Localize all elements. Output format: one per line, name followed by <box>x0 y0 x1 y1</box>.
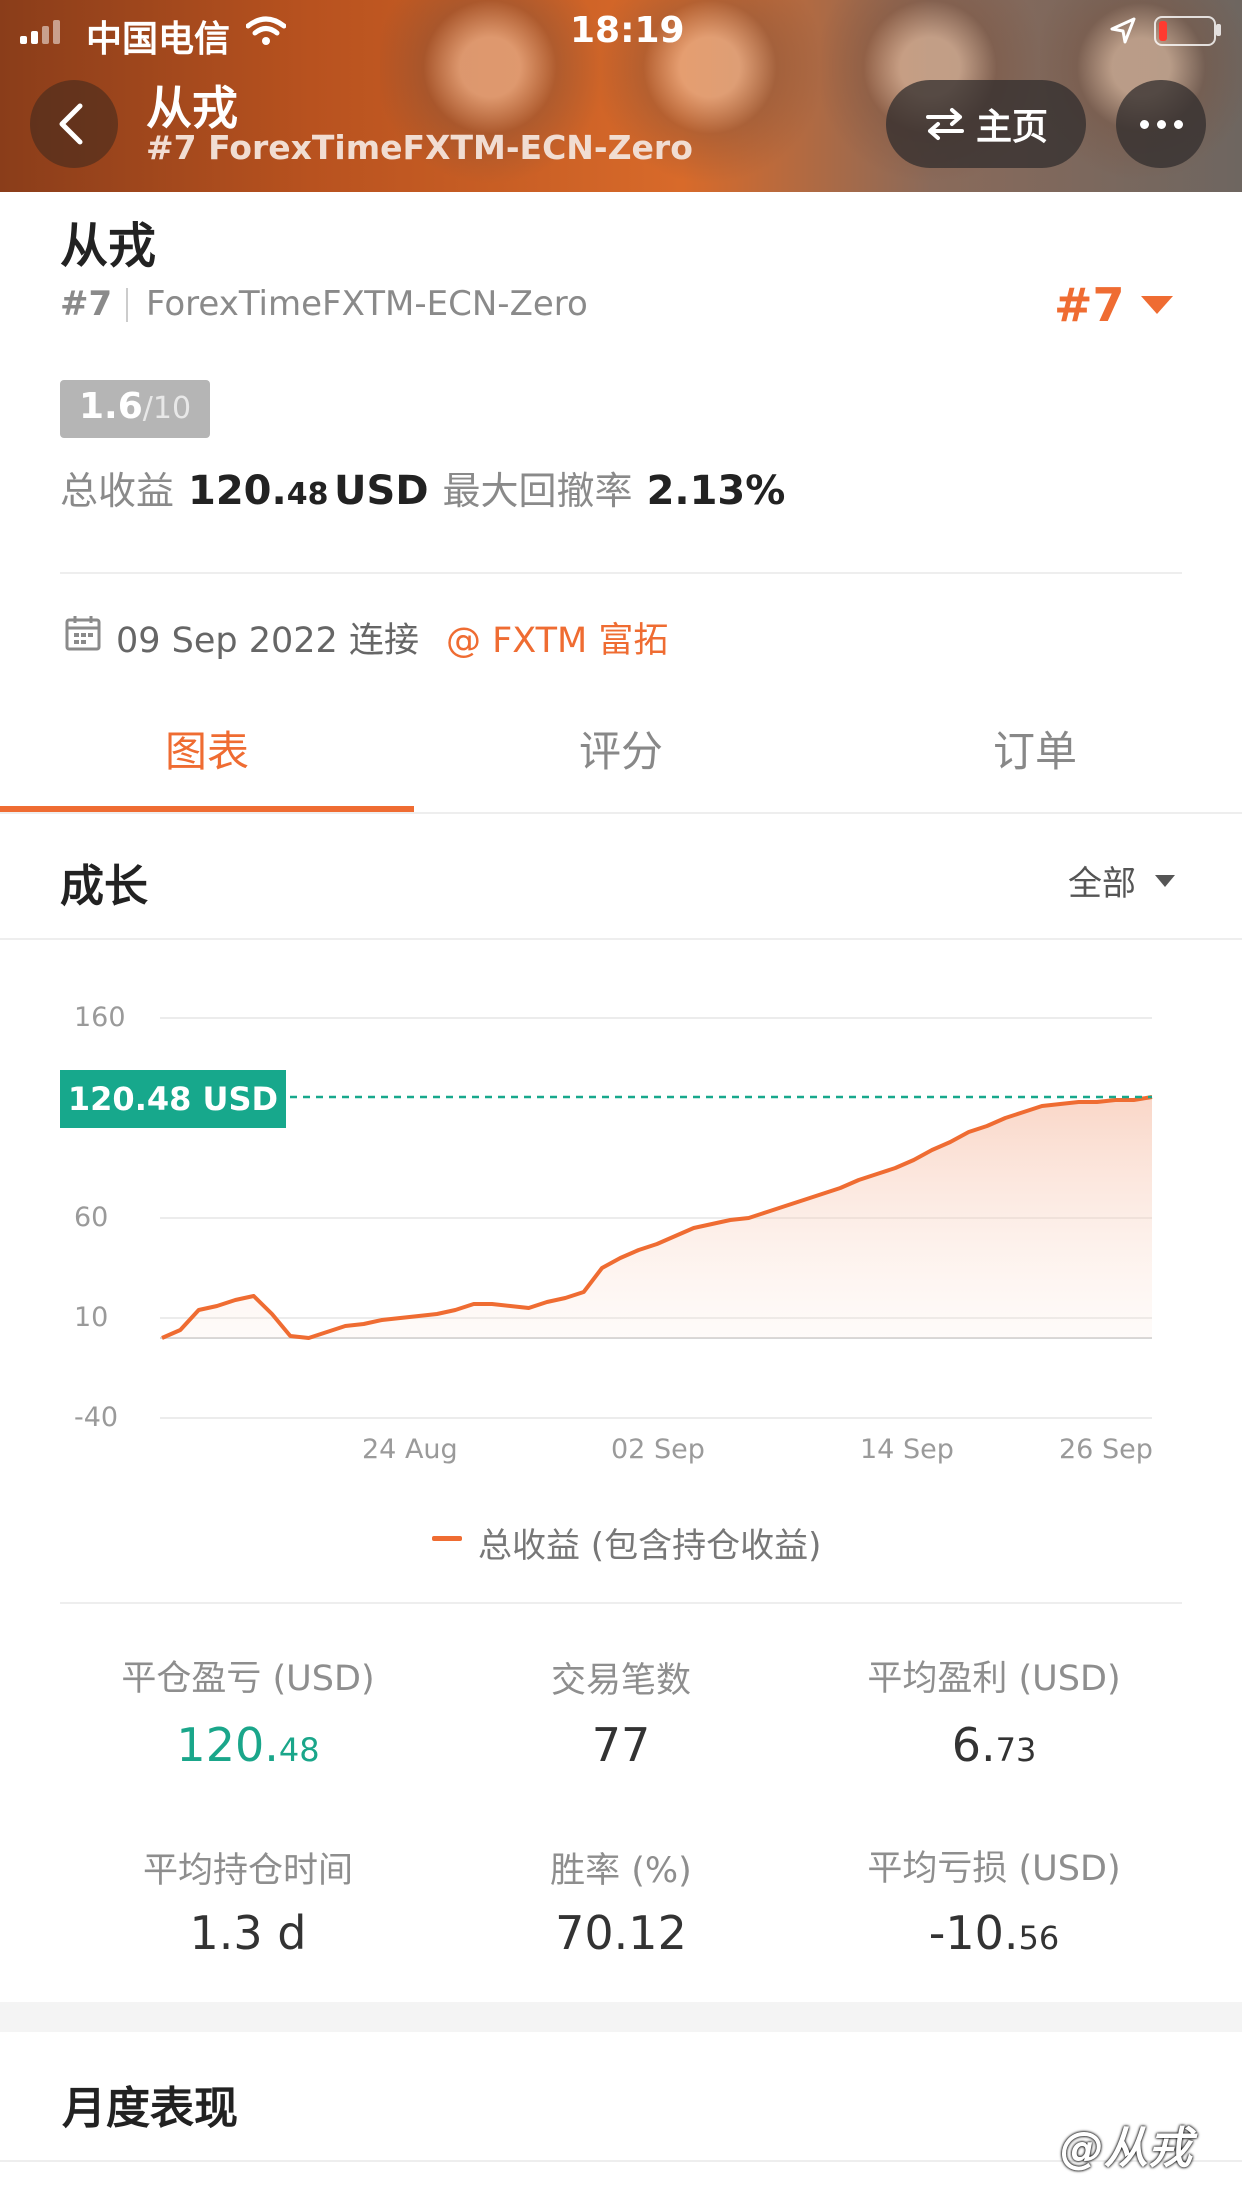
broker-link[interactable]: @ FXTM 富拓 <box>446 612 668 663</box>
signal-icon <box>20 20 60 44</box>
tabs-divider <box>0 812 1242 814</box>
score-max: /10 <box>142 391 192 426</box>
header-subtitle: #7 ForexTimeFXTM-ECN-Zero <box>146 128 693 167</box>
stat-label-closed-pl: 平仓盈亏 (USD) <box>121 1659 375 1699</box>
growth-divider <box>0 938 1242 940</box>
tab-score[interactable]: 评分 <box>414 718 828 779</box>
x-tick-label: 26 Sep <box>1059 1434 1153 1465</box>
more-dot-icon <box>1173 119 1183 129</box>
x-tick-label: 02 Sep <box>611 1434 705 1465</box>
x-tick-label: 14 Sep <box>860 1434 954 1465</box>
stat-label-avg-hold: 平均持仓时间 <box>142 1851 353 1891</box>
period-filter[interactable]: 全部 <box>1068 856 1176 905</box>
divider <box>0 2160 1242 2162</box>
monthly-title: 月度表现 <box>62 2083 238 2134</box>
home-button[interactable]: 主页 <box>886 80 1086 168</box>
rank-label: #7 <box>60 284 113 324</box>
chevron-left-icon <box>59 103 83 145</box>
more-dot-icon <box>1156 119 1166 129</box>
connect-date: 09 Sep 2022 连接 <box>116 621 419 661</box>
back-button[interactable] <box>30 80 118 168</box>
growth-title: 成长 <box>60 861 148 912</box>
stat-label-avg-profit: 平均盈利 (USD) <box>867 1659 1121 1699</box>
battery-icon <box>1154 16 1216 46</box>
account-name: ForexTimeFXTM-ECN-Zero <box>146 284 588 324</box>
score-value: 1.6 <box>78 386 143 427</box>
stat-value-dec: 56 <box>1018 1919 1060 1957</box>
legend-swatch <box>432 1536 462 1541</box>
caret-down-icon <box>1140 296 1173 314</box>
rank-selector[interactable]: #7 <box>1054 278 1175 332</box>
swap-icon <box>925 108 964 140</box>
legend-label: 总收益 (包含持仓收益) <box>478 1526 822 1566</box>
rank-selector-label: #7 <box>1054 278 1125 332</box>
stat-value-int: 120. <box>176 1718 279 1772</box>
summary-line: 总收益 120.48 USD 最大回撤率 2.13% <box>60 460 785 515</box>
period-filter-label: 全部 <box>1068 864 1136 904</box>
stat-value-dec: 73 <box>995 1731 1037 1769</box>
carrier-label: 中国电信 <box>86 19 231 60</box>
total-profit-int: 120. <box>188 468 287 514</box>
trader-name: 从戎 <box>60 218 157 274</box>
stat-label-win-rate: 胜率 (%) <box>550 1851 692 1891</box>
stat-value-closed-pl: 120.48 <box>58 1718 438 1772</box>
stat-value-trades: 77 <box>591 1718 651 1772</box>
rank-divider <box>126 288 128 322</box>
more-button[interactable] <box>1116 80 1206 168</box>
caret-down-icon <box>1155 874 1175 887</box>
wifi-icon <box>246 16 286 45</box>
clock: 18:19 <box>570 10 685 51</box>
total-profit-dec: 48 <box>286 477 329 512</box>
total-profit-label: 总收益 <box>60 469 175 513</box>
stat-value-int: 6. <box>951 1718 996 1772</box>
stat-value-avg-loss: -10.56 <box>804 1906 1184 1960</box>
stat-value-int: -10. <box>928 1906 1019 1960</box>
stat-value-avg-hold: 1.3 d <box>189 1906 307 1960</box>
watermark: @从戎 <box>1060 2123 1192 2174</box>
x-tick-label: 24 Aug <box>362 1434 458 1465</box>
location-icon <box>1110 17 1136 44</box>
home-button-label: 主页 <box>975 107 1048 148</box>
max-drawdown-label: 最大回撤率 <box>442 469 633 513</box>
total-profit-unit: USD <box>334 468 429 514</box>
stat-value-dec: 48 <box>278 1731 320 1769</box>
divider <box>60 1602 1182 1604</box>
current-value-tag: 120.48 USD <box>60 1070 286 1128</box>
score-badge: 1.6 /10 <box>60 380 210 438</box>
battery-cap <box>1216 24 1221 36</box>
profile-header: 中国电信 18:19 从戎 #7 ForexTimeFXTM-ECN-Zero … <box>0 0 1242 192</box>
stat-label-avg-loss: 平均亏损 (USD) <box>867 1849 1121 1889</box>
tab-chart[interactable]: 图表 <box>0 718 414 779</box>
stat-value-win-rate: 70.12 <box>555 1906 687 1960</box>
tab-orders[interactable]: 订单 <box>828 718 1242 779</box>
total-profit-value: 120.48 USD <box>188 468 429 514</box>
calendar-icon <box>65 616 101 651</box>
stat-label-trades: 交易笔数 <box>550 1661 691 1701</box>
section-gap <box>0 2002 1242 2032</box>
stat-value-avg-profit: 6.73 <box>804 1718 1184 1772</box>
divider <box>60 572 1182 574</box>
more-dot-icon <box>1139 119 1149 129</box>
max-drawdown-value: 2.13% <box>646 468 786 514</box>
growth-chart <box>160 1017 1153 1419</box>
